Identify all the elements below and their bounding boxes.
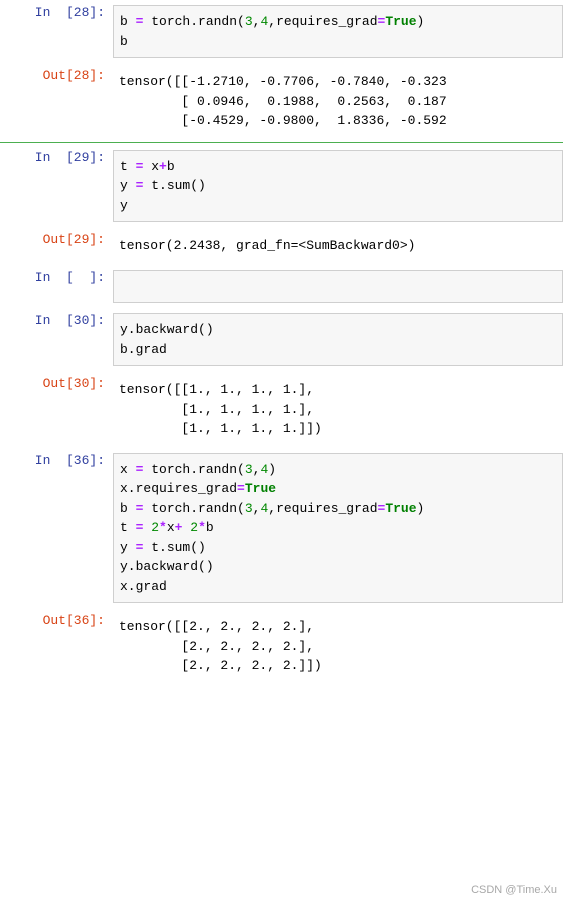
code-line: x.requires_grad=True bbox=[120, 479, 556, 499]
cell-divider bbox=[0, 142, 563, 143]
code-line: y = t.sum() bbox=[120, 176, 556, 196]
output-cell: Out[36]:tensor([[2., 2., 2., 2.], [2., 2… bbox=[0, 608, 563, 685]
cell-prompt-out: Out[30]: bbox=[0, 376, 113, 391]
output-cell: Out[28]:tensor([[-1.2710, -0.7706, -0.78… bbox=[0, 63, 563, 140]
code-editor[interactable]: y.backward()b.grad bbox=[113, 313, 563, 366]
code-line: x.grad bbox=[120, 577, 556, 597]
input-cell: In [30]:y.backward()b.grad bbox=[0, 308, 563, 371]
cell-output: tensor([[1., 1., 1., 1.], [1., 1., 1., 1… bbox=[113, 376, 563, 443]
input-cell: In [36]:x = torch.randn(3,4)x.requires_g… bbox=[0, 448, 563, 609]
cell-output: tensor([[2., 2., 2., 2.], [2., 2., 2., 2… bbox=[113, 613, 563, 680]
cell-prompt-in: In [36]: bbox=[0, 453, 113, 468]
code-line: b = torch.randn(3,4,requires_grad=True) bbox=[120, 499, 556, 519]
cell-output: tensor([[-1.2710, -0.7706, -0.7840, -0.3… bbox=[113, 68, 563, 135]
cell-prompt-in: In [30]: bbox=[0, 313, 113, 328]
cell-prompt-out: Out[29]: bbox=[0, 232, 113, 247]
watermark: CSDN @Time.Xu bbox=[471, 884, 557, 896]
code-line: y.backward() bbox=[120, 557, 556, 577]
notebook: In [28]:b = torch.randn(3,4,requires_gra… bbox=[0, 0, 563, 685]
code-line: b = torch.randn(3,4,requires_grad=True) bbox=[120, 12, 556, 32]
code-line: y bbox=[120, 196, 556, 216]
code-editor[interactable]: t = x+by = t.sum()y bbox=[113, 150, 563, 223]
input-cell: In [28]:b = torch.randn(3,4,requires_gra… bbox=[0, 0, 563, 63]
cell-prompt-in: In [ ]: bbox=[0, 270, 113, 285]
code-line bbox=[120, 277, 556, 297]
code-line: y = t.sum() bbox=[120, 538, 556, 558]
code-line: b.grad bbox=[120, 340, 556, 360]
code-line: t = 2*x+ 2*b bbox=[120, 518, 556, 538]
code-editor[interactable]: b = torch.randn(3,4,requires_grad=True)b bbox=[113, 5, 563, 58]
code-line: y.backward() bbox=[120, 320, 556, 340]
output-cell: Out[29]:tensor(2.2438, grad_fn=<SumBackw… bbox=[0, 227, 563, 265]
cell-prompt-in: In [29]: bbox=[0, 150, 113, 165]
cell-prompt-out: Out[36]: bbox=[0, 613, 113, 628]
code-line: b bbox=[120, 32, 556, 52]
input-cell: In [ ]: bbox=[0, 265, 563, 309]
code-editor[interactable] bbox=[113, 270, 563, 304]
code-line: x = torch.randn(3,4) bbox=[120, 460, 556, 480]
cell-prompt-in: In [28]: bbox=[0, 5, 113, 20]
code-editor[interactable]: x = torch.randn(3,4)x.requires_grad=True… bbox=[113, 453, 563, 604]
cell-prompt-out: Out[28]: bbox=[0, 68, 113, 83]
output-cell: Out[30]:tensor([[1., 1., 1., 1.], [1., 1… bbox=[0, 371, 563, 448]
code-line: t = x+b bbox=[120, 157, 556, 177]
input-cell: In [29]:t = x+by = t.sum()y bbox=[0, 145, 563, 228]
cell-output: tensor(2.2438, grad_fn=<SumBackward0>) bbox=[113, 232, 563, 260]
